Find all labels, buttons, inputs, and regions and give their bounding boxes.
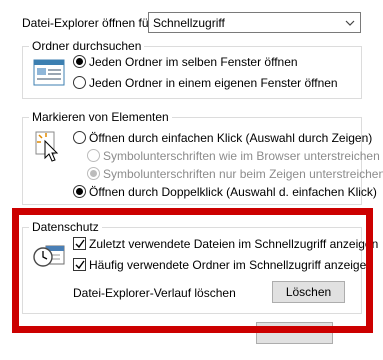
explorer-open-selected: Schnellzugriff: [153, 16, 225, 30]
radio-same-window[interactable]: [73, 55, 86, 68]
chevron-down-icon: [345, 20, 355, 26]
select-items-title: Markieren von Elementen: [29, 110, 172, 124]
highlight-frame: [12, 208, 373, 333]
radio-underline-browser-label: Symbolunterschriften wie im Browser unte…: [103, 149, 380, 163]
radio-double-click-label: Öffnen durch Doppelklick (Auswahl d. ein…: [89, 185, 377, 199]
radio-underline-hover-label: Symbolunterschriften nur beim Zeigen unt…: [103, 167, 383, 181]
radio-own-window[interactable]: [73, 76, 86, 89]
browse-folders-group: [22, 46, 362, 99]
radio-underline-browser[interactable]: [87, 149, 100, 162]
radio-single-click[interactable]: [73, 131, 86, 144]
radio-same-window-label: Jeden Ordner im selben Fenster öffnen: [89, 55, 298, 69]
radio-double-click[interactable]: [73, 185, 86, 198]
explorer-open-select[interactable]: Schnellzugriff: [148, 12, 361, 33]
radio-underline-hover[interactable]: [87, 167, 100, 180]
radio-own-window-label: Jeden Ordner in einem eigenen Fenster öf…: [89, 76, 338, 90]
folder-window-icon: [33, 59, 65, 86]
radio-single-click-label: Öffnen durch einfachen Klick (Auswahl du…: [89, 131, 373, 145]
cursor-click-icon: [35, 131, 59, 162]
browse-folders-title: Ordner durchsuchen: [29, 39, 145, 53]
explorer-open-label: Datei-Explorer öffnen für:: [22, 16, 156, 30]
